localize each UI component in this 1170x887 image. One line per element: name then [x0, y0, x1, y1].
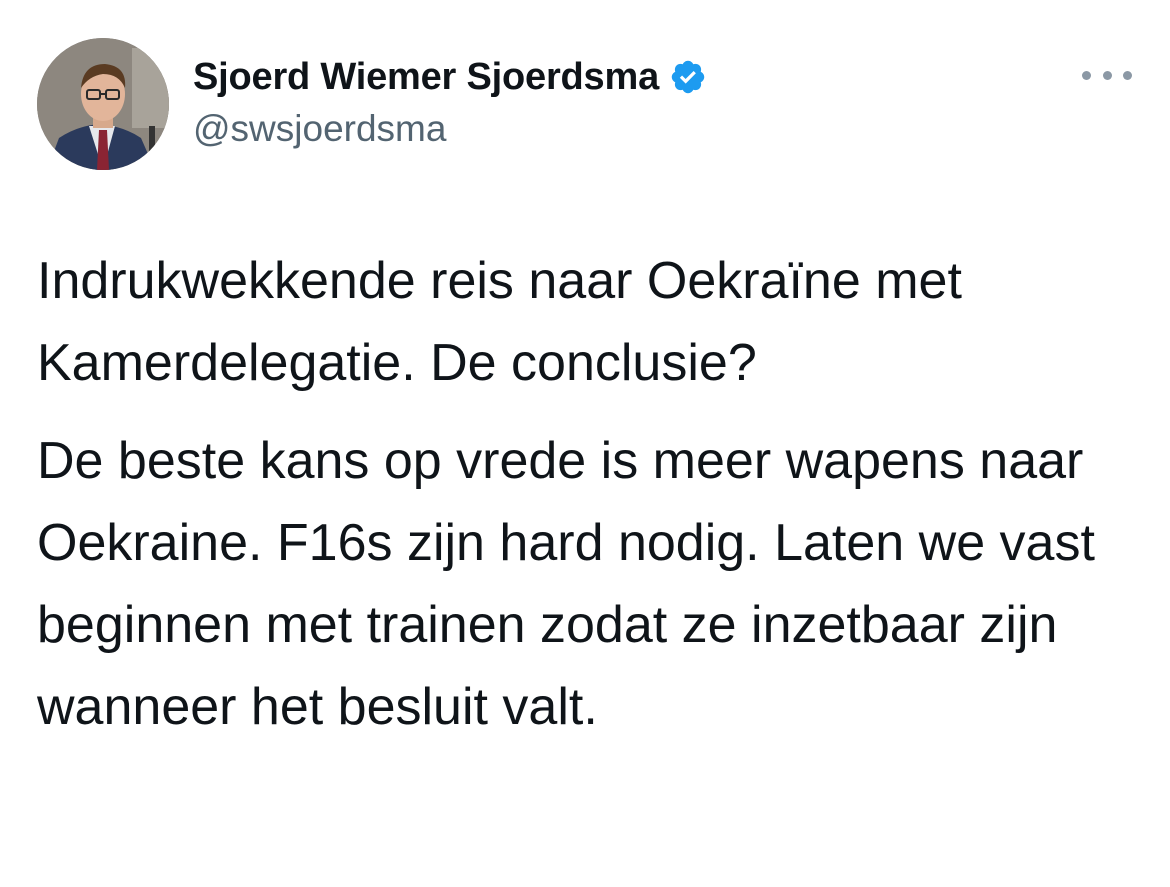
avatar[interactable] — [37, 38, 169, 170]
more-dot — [1082, 70, 1091, 80]
tweet-text: Indrukwekkende reis naar Oekraïne met Ka… — [37, 240, 1147, 748]
verified-badge-icon — [671, 60, 705, 94]
tweet-paragraph: Indrukwekkende reis naar Oekraïne met Ka… — [37, 252, 962, 392]
more-dot — [1102, 70, 1112, 80]
more-options-icon[interactable] — [1082, 62, 1132, 88]
author-handle[interactable]: @swsjoerdsma — [193, 108, 446, 150]
tweet-card: Sjoerd Wiemer Sjoerdsma @swsjoerdsma Ind… — [0, 0, 1170, 887]
author-name-row: Sjoerd Wiemer Sjoerdsma — [193, 52, 707, 102]
more-dot — [1123, 70, 1132, 80]
avatar-photo — [37, 38, 169, 170]
tweet-paragraph: De beste kans op vrede is meer wapens na… — [37, 432, 1095, 736]
author-display-name[interactable]: Sjoerd Wiemer Sjoerdsma — [193, 56, 659, 99]
